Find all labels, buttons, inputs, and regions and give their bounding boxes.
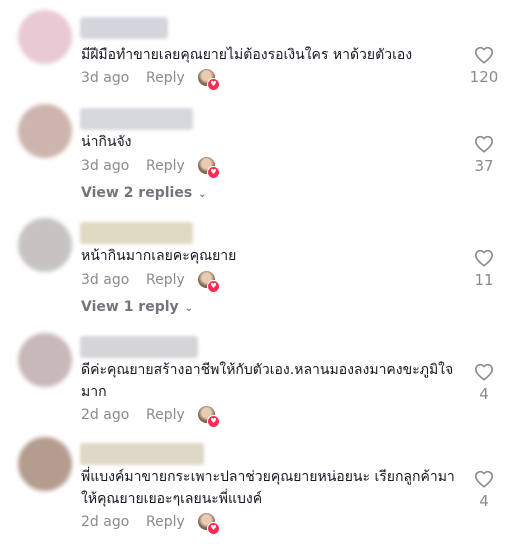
username[interactable] [80, 336, 198, 358]
like-button[interactable]: 4 [466, 363, 502, 403]
like-button[interactable]: 4 [466, 470, 502, 510]
view-replies-button[interactable]: View 1 reply ⌄ [81, 299, 193, 315]
comment-date: 2d ago [81, 407, 130, 423]
reply-button[interactable]: Reply [146, 272, 185, 288]
creator-liked-heart-icon: ♥ [207, 280, 220, 293]
chevron-down-icon: ⌄ [198, 189, 207, 200]
avatar[interactable] [18, 104, 72, 158]
username[interactable] [80, 17, 168, 39]
like-count: 4 [479, 492, 489, 510]
comment-text: มีฝีมือทำขายเลยคุณยายไม่ต้องรอเงินใคร หา… [81, 47, 413, 63]
heart-outline-icon [475, 249, 493, 267]
heart-outline-icon [475, 470, 493, 488]
like-button[interactable]: 11 [466, 249, 502, 289]
comment-date: 2d ago [81, 514, 130, 530]
comment-date: 3d ago [81, 158, 130, 174]
reply-button[interactable]: Reply [146, 514, 185, 530]
reply-button[interactable]: Reply [146, 158, 185, 174]
creator-liked-heart-icon: ♥ [207, 522, 220, 535]
username[interactable] [80, 108, 193, 130]
view-replies-label: View 1 reply [81, 299, 179, 315]
avatar[interactable] [18, 333, 72, 387]
comment-text: ดีค่ะคุณยายสร้างอาชีพให้กับตัวเอง.หลานมอ… [81, 362, 454, 400]
view-replies-button[interactable]: View 2 replies ⌄ [81, 185, 207, 201]
chevron-down-icon: ⌄ [184, 303, 194, 314]
comment-text: พี่แบงค์มาขายกระเพาะปลาช่วยคุณยายหน่อยนะ… [81, 469, 455, 507]
comment-text: น่ากินจัง [81, 134, 132, 150]
heart-outline-icon [475, 135, 493, 153]
avatar[interactable] [18, 437, 72, 491]
creator-liked-heart-icon: ♥ [207, 78, 220, 91]
like-count: 37 [474, 157, 494, 175]
like-count: 120 [469, 68, 499, 86]
like-count: 4 [479, 385, 489, 403]
avatar[interactable] [18, 218, 72, 272]
comment-text: หน้ากินมากเลยคะคุณยาย [81, 248, 237, 264]
reply-button[interactable]: Reply [146, 407, 185, 423]
creator-liked-heart-icon: ♥ [207, 415, 220, 428]
username[interactable] [80, 443, 204, 465]
heart-outline-icon [475, 46, 493, 64]
reply-button[interactable]: Reply [146, 70, 185, 86]
like-button[interactable]: 37 [466, 135, 502, 175]
heart-outline-icon [475, 363, 493, 381]
view-replies-label: View 2 replies [81, 185, 193, 201]
username[interactable] [80, 222, 193, 244]
like-button[interactable]: 120 [466, 46, 502, 86]
like-count: 11 [474, 271, 494, 289]
avatar[interactable] [18, 10, 72, 64]
comment-date: 3d ago [81, 70, 130, 86]
comment-date: 3d ago [81, 272, 130, 288]
creator-liked-heart-icon: ♥ [207, 166, 220, 179]
